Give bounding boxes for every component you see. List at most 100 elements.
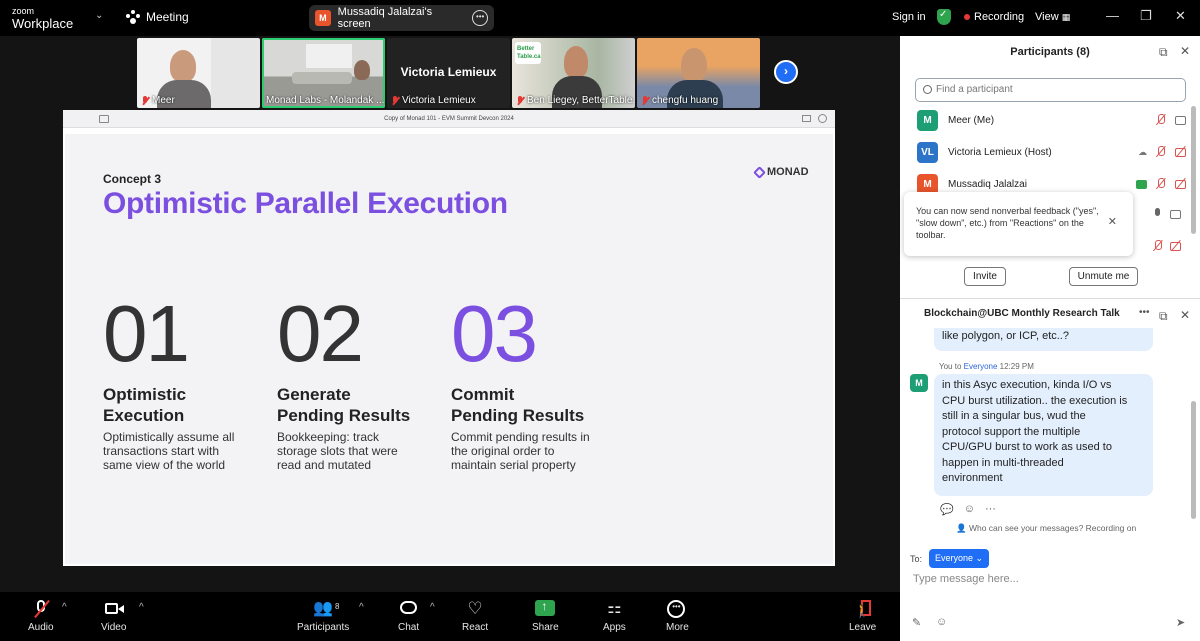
pop-out-icon[interactable]: ⧉ [1159, 45, 1168, 60]
minimize-icon[interactable]: — [1106, 8, 1119, 23]
recipient-value: Everyone [935, 553, 974, 563]
participants-button[interactable]: 👥 Participants [297, 600, 349, 633]
mic-icon[interactable] [1152, 208, 1164, 220]
muted-mic-icon[interactable] [1152, 240, 1164, 252]
video-tile-victoria[interactable]: Victoria Lemieux Victoria Lemieux [387, 38, 510, 108]
video-options-caret-icon[interactable]: ^ [139, 602, 144, 613]
video-tile-meer[interactable]: Meer [137, 38, 260, 108]
participant-video [681, 48, 707, 82]
meta-recipient[interactable]: Everyone [964, 362, 998, 371]
message-more-icon[interactable]: ··· [985, 503, 996, 516]
participant-row[interactable]: VL Victoria Lemieux (Host) ☁ [917, 141, 1187, 163]
meeting-icon [126, 10, 140, 24]
who-can-see-link[interactable]: 👤 Who can see your messages? Recording o… [956, 523, 1136, 534]
shared-window-title: Copy of Monad 101 - EVM Summit Devcon 20… [384, 116, 514, 122]
message-actions: 💬 ☺ ··· [940, 503, 996, 516]
camera-off-icon[interactable] [1175, 178, 1187, 190]
muted-mic-icon[interactable] [1155, 178, 1167, 190]
apps-button[interactable]: ⚏ Apps [603, 600, 626, 633]
muted-mic-icon [641, 95, 649, 106]
column-heading-line-2: Pending Results [451, 406, 585, 425]
share-button[interactable]: Share [532, 599, 559, 633]
monad-logo: MONAD [753, 165, 809, 179]
chat-more-icon[interactable]: ••• [1139, 307, 1150, 318]
person-icon: 👤 [956, 523, 967, 533]
monad-diamond-icon [753, 165, 766, 179]
recipient-dropdown[interactable]: Everyone ⌄ [929, 549, 990, 568]
participants-options-caret-icon[interactable]: ^ [359, 602, 364, 613]
reactions-tooltip: You can now send nonverbal feedback ("ye… [904, 192, 1133, 256]
shared-window-titlebar: Copy of Monad 101 - EVM Summit Devcon 20… [63, 110, 835, 128]
column-number: 01 [103, 289, 190, 378]
tile-name: Monad Labs - Molandak ... [266, 95, 385, 106]
sharing-screen-icon [1136, 179, 1147, 189]
restore-icon[interactable]: ❐ [1140, 8, 1152, 24]
slide-concept: Concept 3 [103, 172, 162, 186]
chat-options-caret-icon[interactable]: ^ [430, 602, 435, 613]
message-meta: You to Everyone 12:29 PM [939, 362, 1034, 371]
react-button[interactable]: ♡ React [462, 599, 488, 634]
message-line: CPU/GPU burst to work as used to [942, 441, 1112, 453]
column-number: 02 [277, 289, 364, 378]
info-icon [818, 114, 827, 123]
chevron-down-icon[interactable]: ⌄ [95, 10, 103, 21]
view-button[interactable]: View ▦ [1035, 11, 1070, 23]
monad-logo-text: MONAD [767, 166, 809, 178]
tile-name: Victoria Lemieux [402, 95, 476, 106]
camera-off-icon[interactable] [1175, 146, 1187, 158]
invite-button[interactable]: Invite [964, 267, 1006, 286]
mic-muted-icon [31, 599, 51, 619]
security-shield-icon[interactable] [937, 9, 951, 25]
screen-share-pill[interactable]: M Mussadiq Jalalzai's screen ••• [309, 5, 494, 31]
message-line: environment [942, 472, 1003, 484]
video-tile-ben[interactable]: Better Table.ca Ben Liegey, BetterTable.… [512, 38, 635, 108]
more-options-icon[interactable]: ••• [472, 10, 488, 26]
next-page-icon[interactable]: › [774, 60, 798, 84]
unmute-me-button[interactable]: Unmute me [1069, 267, 1138, 286]
heart-icon: ♡ [467, 599, 483, 618]
participant-row[interactable]: M Meer (Me) [917, 109, 1187, 131]
meta-sender: You to [939, 362, 964, 371]
chat-title: Blockchain@UBC Monthly Research Talk [924, 308, 1120, 319]
column-heading-line-2: Execution [103, 406, 185, 425]
column-heading: Optimistic Execution [103, 384, 263, 426]
chat-pop-out-icon[interactable]: ⧉ [1159, 309, 1168, 324]
zoom-logo: zoom Workplace [12, 6, 73, 30]
camera-icon[interactable] [1175, 114, 1187, 126]
meeting-menu[interactable]: Meeting [126, 10, 189, 24]
more-icon: ••• [667, 600, 687, 618]
column-heading-line-1: Commit [451, 385, 515, 404]
video-tile-monad-labs[interactable]: Monad Labs - Molandak ... [262, 38, 385, 108]
close-icon[interactable]: ✕ [1175, 8, 1186, 24]
video-button[interactable]: Video [101, 600, 126, 633]
close-tooltip-icon[interactable]: ✕ [1108, 216, 1117, 228]
chat-scrollbar[interactable] [1191, 401, 1196, 519]
muted-mic-icon[interactable] [1155, 146, 1167, 158]
emoji-react-icon[interactable]: ☺ [964, 503, 975, 516]
share-title: Mussadiq Jalalzai's screen [337, 6, 433, 30]
chat-message-input[interactable]: Type message here... [913, 573, 1019, 585]
audio-options-caret-icon[interactable]: ^ [62, 602, 67, 613]
chat-icon [399, 600, 419, 618]
column-heading: Commit Pending Results [451, 384, 611, 426]
participants-scrollbar[interactable] [1191, 106, 1196, 234]
recording-indicator[interactable]: Recording [964, 11, 1024, 23]
muted-mic-icon[interactable] [1155, 114, 1167, 126]
audio-button[interactable]: Audio [28, 599, 54, 633]
camera-icon[interactable] [1170, 208, 1182, 220]
format-text-icon[interactable]: ✎ [912, 616, 921, 629]
participant-search-input[interactable]: Find a participant [915, 78, 1186, 102]
emoji-icon[interactable]: ☺ [936, 616, 947, 628]
present-icon [802, 115, 811, 122]
sign-in-link[interactable]: Sign in [892, 11, 926, 23]
more-button[interactable]: ••• More [666, 600, 689, 633]
close-panel-icon[interactable]: ✕ [1180, 44, 1190, 58]
close-chat-icon[interactable]: ✕ [1180, 308, 1190, 322]
send-icon[interactable]: ➤ [1176, 616, 1185, 629]
share-screen-icon [535, 599, 556, 616]
video-tile-chengfu[interactable]: chengfu huang [637, 38, 760, 108]
leave-button[interactable]: 🚶 Leave [849, 600, 876, 633]
chat-button[interactable]: Chat [398, 600, 419, 633]
reply-icon[interactable]: 💬 [940, 503, 954, 516]
camera-off-icon[interactable] [1170, 240, 1182, 252]
